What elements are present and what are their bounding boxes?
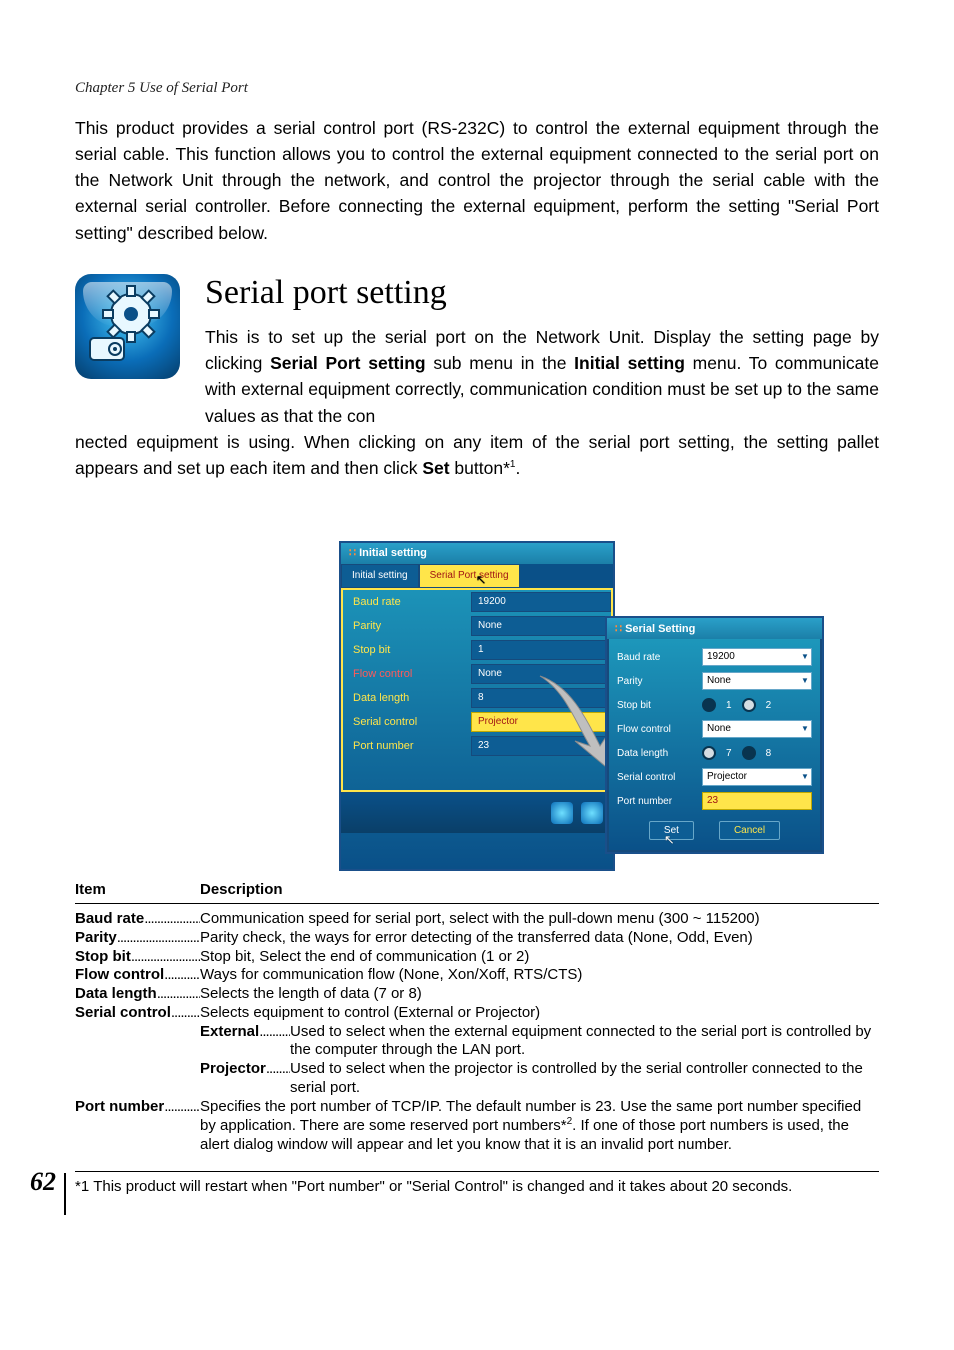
serial-setting-dialog: ∷ Serial Setting Baud rate 19200▼ Parity… [605, 616, 824, 854]
chevron-down-icon: ▼ [799, 649, 811, 665]
label-parity: Parity [343, 621, 471, 632]
dlg-select-parity[interactable]: None▼ [702, 672, 812, 690]
tab-serial-port-setting[interactable]: Serial Port setting ↖ [419, 564, 520, 588]
intro-paragraph: This product provides a serial control p… [75, 115, 879, 246]
subitem-projector: Projector [200, 1060, 290, 1098]
dlg-label-flow: Flow control [617, 724, 702, 735]
desc-portnum: Specifies the port number of TCP/IP. The… [200, 1098, 879, 1155]
chapter-heading: Chapter 5 Use of Serial Port [75, 80, 879, 97]
dialog-title: ∷ Serial Setting [607, 618, 822, 639]
item-parity: Parity [75, 929, 200, 948]
value-stop-bit[interactable]: 1 [471, 640, 611, 660]
chevron-down-icon: ▼ [799, 721, 811, 737]
dlg-label-stopbit: Stop bit [617, 700, 702, 711]
dlg-label-parity: Parity [617, 676, 702, 687]
value-serial-control[interactable]: Projector [471, 712, 611, 732]
dlg-select-flow[interactable]: None▼ [702, 720, 812, 738]
item-stopbit: Stop bit [75, 948, 200, 967]
label-port-number: Port number [343, 741, 471, 752]
window-footer [341, 792, 613, 833]
value-baud-rate[interactable]: 19200 [471, 592, 611, 612]
label-baud-rate: Baud rate [343, 597, 471, 608]
dlg-input-port[interactable]: 23 [702, 792, 812, 810]
item-baud: Baud rate [75, 910, 200, 929]
radio-stopbit-2[interactable] [742, 698, 756, 712]
value-port-number[interactable]: 23 [471, 736, 611, 756]
dlg-label-port: Port number [617, 796, 702, 807]
section-body-cont: nected equipment is using. When clicking… [75, 429, 879, 482]
label-serial-control: Serial control [343, 717, 471, 728]
divider [75, 1171, 879, 1172]
dlg-label-baud: Baud rate [617, 652, 702, 663]
section-title: Serial port setting [205, 274, 879, 312]
footer-icon-2[interactable] [581, 802, 603, 824]
dlg-select-baud[interactable]: 19200▼ [702, 648, 812, 666]
settings-icon [75, 274, 180, 379]
radio-datalen-8[interactable] [742, 746, 756, 760]
value-flow-control[interactable]: None [471, 664, 611, 684]
cursor-icon: ↖ [476, 573, 487, 586]
label-stop-bit: Stop bit [343, 645, 471, 656]
radio-stopbit-1[interactable] [702, 698, 716, 712]
chevron-down-icon: ▼ [799, 769, 811, 785]
radio-datalen-7[interactable] [702, 746, 716, 760]
cursor-icon: ↖ [664, 832, 675, 848]
set-button[interactable]: Set ↖ [649, 821, 694, 840]
initial-setting-window: ∷ Initial setting Initial setting Serial… [339, 541, 615, 871]
label-data-length: Data length [343, 693, 471, 704]
chevron-down-icon: ▼ [799, 673, 811, 689]
label-flow-control: Flow control [343, 669, 471, 680]
description-table: Item Description Baud rateCommunication … [75, 881, 879, 1155]
footer-icon-1[interactable] [551, 802, 573, 824]
dlg-label-datalen: Data length [617, 748, 702, 759]
value-data-length[interactable]: 8 [471, 688, 611, 708]
screenshot-area: ∷ Initial setting Initial setting Serial… [75, 541, 879, 871]
item-portnum: Port number [75, 1098, 200, 1155]
window-title: ∷ Initial setting [341, 543, 613, 564]
item-flow: Flow control [75, 966, 200, 985]
head-item: Item [75, 881, 200, 900]
subitem-external: External [200, 1023, 290, 1061]
settings-list: Baud rate19200 ParityNone Stop bit1 Flow… [341, 588, 613, 792]
cancel-button[interactable]: Cancel [719, 821, 780, 840]
section-body-right: This is to set up the serial port on the… [205, 324, 879, 429]
page-number: 62 [30, 1167, 56, 1197]
dlg-select-serial[interactable]: Projector▼ [702, 768, 812, 786]
tab-initial-setting[interactable]: Initial setting [341, 564, 419, 588]
item-datalen: Data length [75, 985, 200, 1004]
dlg-label-serial: Serial control [617, 772, 702, 783]
value-parity[interactable]: None [471, 616, 611, 636]
item-serialctrl: Serial control [75, 1004, 200, 1023]
head-description: Description [200, 881, 283, 900]
footnote: *1 This product will restart when "Port … [75, 1178, 879, 1195]
